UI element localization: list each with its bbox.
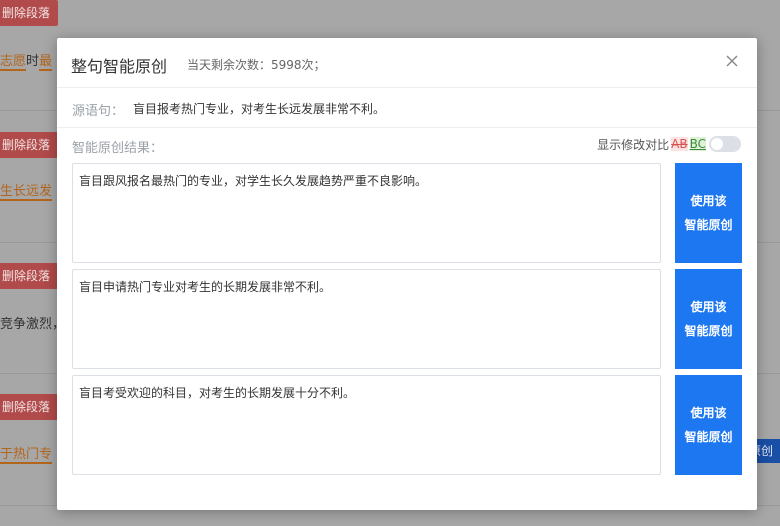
use-button-label: 使用该 <box>690 194 727 208</box>
highlight-text: 生长远发 <box>0 184 53 201</box>
source-sentence: 盲目报考热门专业，对考生长远发展非常不利。 <box>133 102 386 116</box>
smart-rewrite-dialog: 整句智能原创 当天剩余次数：5998次； 源语句： 盲目报考热门专业，对考生长远… <box>57 38 757 510</box>
paragraph-text-segment: 时 <box>26 54 40 69</box>
use-button-label: 智能原创 <box>684 430 733 444</box>
use-result-button[interactable]: 使用该 智能原创 <box>675 163 742 263</box>
close-icon[interactable] <box>723 52 741 70</box>
use-button-label: 使用该 <box>690 406 727 420</box>
delete-paragraph-button[interactable]: 删除段落 <box>0 132 58 158</box>
delete-paragraph-button[interactable]: 删除段落 <box>0 0 58 26</box>
compare-toggle-row: 显示修改对比 AB BC <box>597 135 741 153</box>
paragraph-text: 竞争激烈， <box>0 317 66 332</box>
highlight-text: 于热门专 <box>0 447 53 464</box>
use-result-button[interactable]: 使用该 智能原创 <box>675 375 742 475</box>
result-textbox[interactable]: 盲目跟风报名最热门的专业，对学生长久发展趋势严重不良影响。 <box>72 163 661 263</box>
dialog-title: 整句智能原创 <box>71 57 168 76</box>
result-label: 智能原创结果： <box>72 141 164 156</box>
deleted-sample: AB <box>671 137 688 151</box>
use-button-label: 智能原创 <box>684 324 733 338</box>
use-result-button[interactable]: 使用该 智能原创 <box>675 269 742 369</box>
inserted-sample: BC <box>689 137 706 151</box>
remaining-count: 当天剩余次数：5998次； <box>187 58 326 72</box>
paragraph-text: 生长远发 <box>0 180 53 201</box>
toggle-knob <box>711 138 723 150</box>
delete-paragraph-button[interactable]: 删除段落 <box>0 263 58 289</box>
use-button-label: 使用该 <box>690 300 727 314</box>
use-button-label: 智能原创 <box>684 218 733 232</box>
result-textbox[interactable]: 盲目申请热门专业对考生的长期发展非常不利。 <box>72 269 661 369</box>
dialog-header: 整句智能原创 当天剩余次数：5998次； <box>57 38 757 88</box>
paragraph-text: 于热门专 <box>0 443 53 464</box>
highlight-text: 最 <box>39 54 53 71</box>
compare-toggle-switch[interactable] <box>709 136 741 152</box>
compare-label: 显示修改对比 <box>597 137 670 152</box>
delete-paragraph-button[interactable]: 删除段落 <box>0 394 58 420</box>
result-textbox[interactable]: 盲目考受欢迎的科目，对考生的长期发展十分不利。 <box>72 375 661 475</box>
source-sentence-row: 源语句： 盲目报考热门专业，对考生长远发展非常不利。 <box>57 88 757 128</box>
paragraph-text: 志愿时最 <box>0 50 53 71</box>
source-label: 源语句： <box>72 104 125 119</box>
highlight-text: 志愿 <box>0 54 27 71</box>
